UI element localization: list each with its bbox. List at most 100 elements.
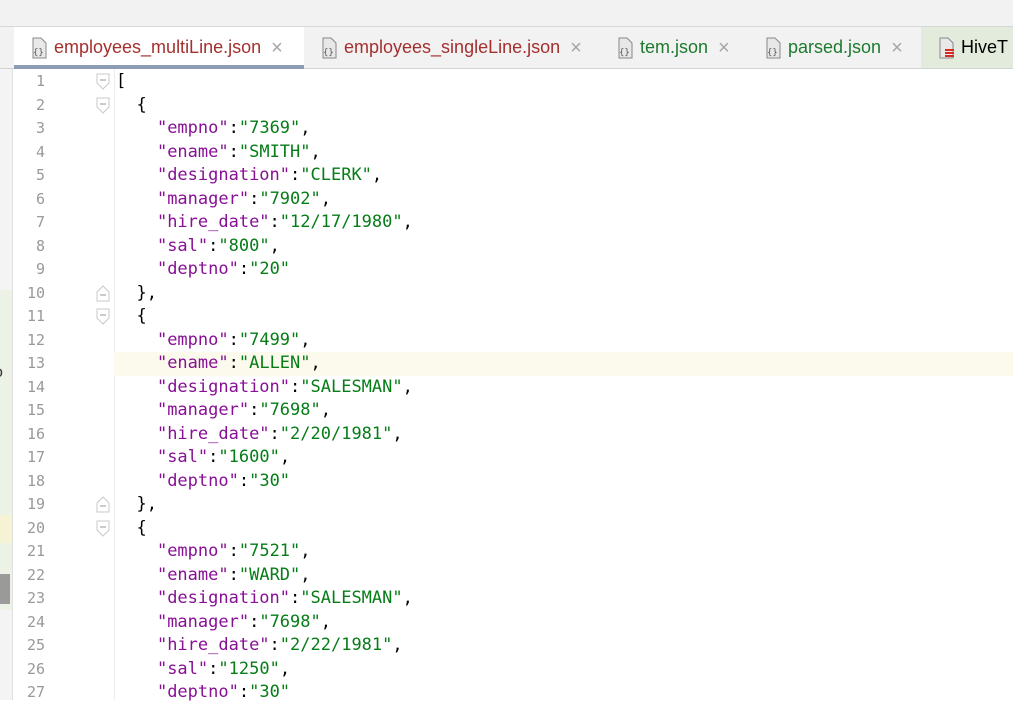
code-line[interactable]: 21 "empno":"7521", — [13, 540, 1013, 564]
code-text: }, — [114, 493, 1013, 517]
line-number: 15 — [26, 401, 45, 419]
tab-employees-singleline[interactable]: {} employees_singleLine.json × — [304, 27, 600, 68]
code-text: "manager":"7902", — [114, 188, 1013, 212]
json-key: "sal" — [156, 447, 209, 467]
json-comma: , — [300, 541, 311, 561]
tab-parsed[interactable]: {} parsed.json × — [748, 27, 920, 68]
line-number: 27 — [26, 683, 45, 701]
json-key: "hire_date" — [156, 635, 270, 655]
json-key: "hire_date" — [156, 212, 270, 232]
code-line[interactable]: 17 "sal":"1600", — [13, 446, 1013, 470]
tab-label: HiveT — [961, 37, 1009, 57]
json-key: "designation" — [156, 165, 291, 185]
json-comma: , — [320, 400, 331, 420]
json-key: "designation" — [156, 376, 291, 397]
code-text: "designation":"SALESMAN", — [114, 376, 1013, 400]
code-text: { — [114, 94, 1013, 118]
json-comma: , — [279, 658, 291, 679]
code-line[interactable]: 3 "empno":"7369", — [13, 117, 1013, 141]
code-line[interactable]: 10 }, — [13, 282, 1013, 306]
line-number: 18 — [26, 471, 45, 490]
json-value: "7698" — [259, 611, 321, 632]
code-text: "deptno":"30" — [114, 470, 1013, 494]
json-value: "800" — [218, 235, 270, 256]
json-value: "20" — [249, 259, 291, 279]
json-value: "SALESMAN" — [300, 376, 403, 397]
fold-collapse-icon[interactable] — [95, 308, 111, 325]
json-value: "1600" — [218, 447, 280, 467]
code-line[interactable]: 2 { — [13, 94, 1013, 118]
json-value: "CLERK" — [300, 165, 372, 185]
line-number: 8 — [35, 236, 45, 255]
line-number: 17 — [26, 448, 45, 466]
code-line[interactable]: 7 "hire_date":"12/17/1980", — [13, 211, 1013, 235]
panel-scrollbar[interactable] — [0, 574, 10, 604]
close-icon[interactable]: × — [271, 38, 283, 58]
json-comma: , — [310, 353, 321, 373]
json-colon: : — [290, 588, 301, 608]
fold-end-icon[interactable] — [95, 284, 111, 302]
code-line[interactable]: 12 "empno":"7499", — [13, 329, 1013, 353]
json-colon: : — [228, 329, 239, 350]
fold-collapse-icon[interactable] — [95, 73, 111, 90]
code-text: }, — [114, 282, 1013, 306]
code-line[interactable]: 26 "sal":"1250", — [13, 658, 1013, 682]
json-value: "SMITH" — [238, 141, 311, 162]
code-text: "empno":"7499", — [114, 329, 1013, 353]
tab-label: tem.json — [640, 37, 709, 57]
code-line[interactable]: 22 "ename":"WARD", — [13, 564, 1013, 588]
json-colon: : — [208, 658, 219, 679]
code-line[interactable]: 27 "deptno":"30" — [13, 681, 1013, 705]
json-colon: : — [249, 188, 260, 209]
code-line[interactable]: 16 "hire_date":"2/20/1981", — [13, 423, 1013, 447]
json-colon: : — [238, 682, 250, 702]
fold-end-icon[interactable] — [95, 496, 111, 513]
code-line[interactable]: 8 "sal":"800", — [13, 235, 1013, 259]
line-number: 26 — [26, 659, 45, 678]
json-comma: , — [300, 118, 311, 138]
json-value: "ALLEN" — [238, 353, 311, 373]
tab-employees-multiline[interactable]: {} employees_multiLine.json × — [14, 27, 304, 69]
close-icon[interactable]: × — [718, 38, 730, 58]
json-comma: , — [402, 376, 413, 397]
code-text: [ — [114, 70, 1013, 94]
tab-label: parsed.json — [788, 37, 882, 57]
close-icon[interactable]: × — [570, 38, 582, 58]
tab-hive[interactable]: HiveT — [921, 27, 1013, 68]
code-line[interactable]: 19 }, — [13, 493, 1013, 517]
tab-tem[interactable]: {} tem.json × — [600, 27, 748, 68]
code-line[interactable]: 24 "manager":"7698", — [13, 611, 1013, 635]
json-key: "sal" — [156, 658, 209, 679]
json-colon: : — [290, 376, 301, 397]
code-editor[interactable]: 1[2 {3 "empno":"7369", 4 "ename":"SMITH",… — [13, 69, 1013, 702]
code-text: "hire_date":"12/17/1980", — [114, 211, 1013, 235]
code-line[interactable]: 14 "designation":"SALESMAN", — [13, 376, 1013, 400]
json-key: "empno" — [156, 329, 229, 350]
json-bracket: }, — [136, 282, 157, 303]
code-line[interactable]: 4 "ename":"SMITH", — [13, 141, 1013, 165]
code-line[interactable]: 1[ — [13, 70, 1013, 94]
line-number: 7 — [35, 213, 45, 231]
svg-text:{}: {} — [33, 48, 44, 58]
line-number: 11 — [26, 307, 45, 325]
fold-collapse-icon[interactable] — [95, 520, 111, 537]
code-line[interactable]: 23 "designation":"SALESMAN", — [13, 587, 1013, 611]
code-line[interactable]: 13 "ename":"ALLEN", — [13, 352, 1013, 376]
line-number: 12 — [26, 330, 45, 349]
code-line[interactable]: 20 { — [13, 517, 1013, 541]
code-line[interactable]: 11 { — [13, 305, 1013, 329]
json-key: "manager" — [156, 400, 250, 420]
code-line[interactable]: 25 "hire_date":"2/22/1981", — [13, 634, 1013, 658]
fold-collapse-icon[interactable] — [95, 97, 111, 114]
code-line[interactable]: 5 "designation":"CLERK", — [13, 164, 1013, 188]
code-line[interactable]: 18 "deptno":"30" — [13, 470, 1013, 494]
code-line[interactable]: 6 "manager":"7902", — [13, 188, 1013, 212]
code-line[interactable]: 9 "deptno":"20" — [13, 258, 1013, 282]
code-line[interactable]: 15 "manager":"7698", — [13, 399, 1013, 423]
json-key: "ename" — [156, 141, 229, 162]
line-number: 16 — [26, 424, 45, 443]
line-number: 4 — [35, 142, 45, 161]
close-icon[interactable]: × — [891, 38, 903, 58]
code-text: "deptno":"20" — [114, 258, 1013, 282]
code-text: "designation":"CLERK", — [114, 164, 1013, 188]
